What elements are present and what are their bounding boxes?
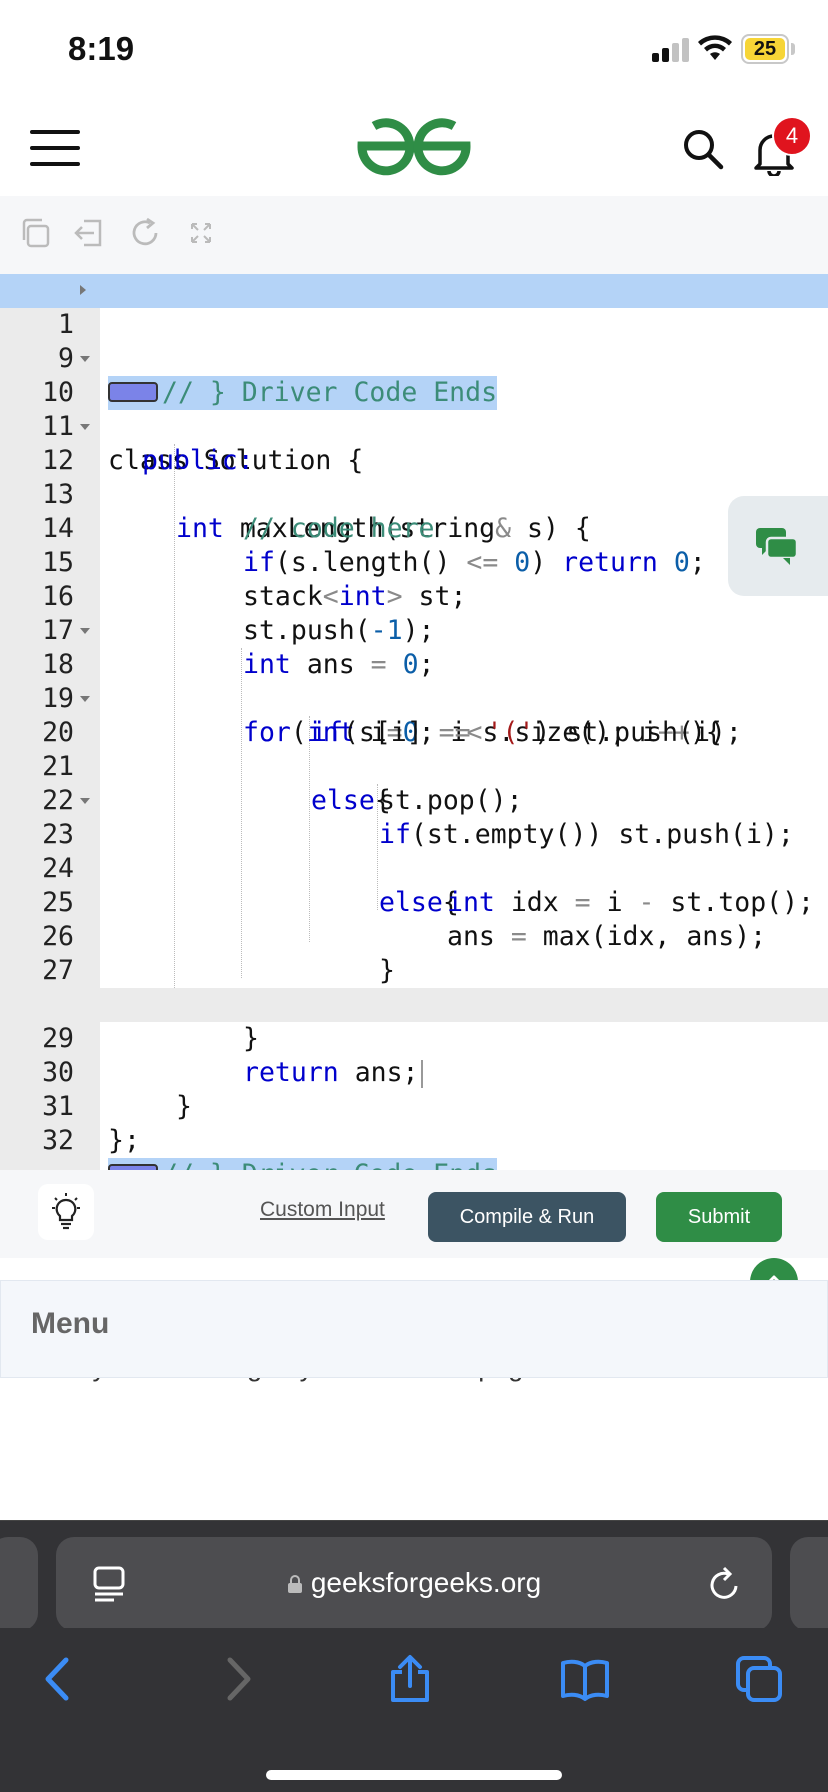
share-icon[interactable] [385,1654,435,1704]
code-line[interactable]: 17 int ans = 0; [0,580,828,680]
fold-arrow-icon[interactable] [80,798,90,804]
cellular-signal-icon [652,38,690,62]
code-line[interactable]: 13 // code here [0,444,828,544]
search-icon[interactable] [682,128,724,170]
code-line[interactable]: 30 } [0,1022,828,1122]
url-text[interactable]: geeksforgeeks.org [56,1567,772,1599]
code-line[interactable]: 19 if(s[i] == '(') st.push(i); [0,648,828,748]
bookmarks-icon[interactable] [560,1654,610,1704]
code-line[interactable]: 20 else{ [0,682,828,816]
fold-arrow-icon[interactable] [80,285,86,295]
lightbulb-icon [52,1193,80,1230]
chat-bubbles-icon [756,528,799,565]
code-line[interactable]: 10 class Solution { [0,342,828,476]
fold-arrow-icon[interactable] [80,356,90,362]
line-number: 32 [42,1125,74,1156]
code-editor[interactable]: 1 // } Driver Code Ends 9 10 class Solut… [0,274,828,1170]
code-line[interactable]: 22 if(st.empty()) st.push(i); [0,750,828,850]
code-line[interactable]: 15 stack<int> st; [0,512,828,612]
custom-input-link[interactable]: Custom Input [260,1198,385,1222]
code-line[interactable]: 18 for(int i=0; i<s.size(); i++){ [0,614,828,748]
battery-nub [791,43,795,55]
code-line[interactable]: 12 int maxLength(string& s) { [0,410,828,544]
browser-address-bar: geeksforgeeks.org [0,1520,828,1631]
compile-run-button[interactable]: Compile & Run [428,1192,626,1242]
status-bar: 8:19 25 [0,0,828,100]
code-line[interactable]: 21 st.pop(); [0,716,828,816]
url-field[interactable]: geeksforgeeks.org [56,1537,772,1631]
editor-toolbar [0,196,828,274]
action-bar: Custom Input Compile & Run Submit [0,1170,828,1258]
tabs-icon[interactable] [734,1654,784,1704]
code-line[interactable]: 23 else{ [0,784,828,918]
code-line[interactable]: 9 [0,308,828,374]
code-line[interactable]: 14 if(s.length() <= 0) return 0; [0,478,828,578]
back-icon[interactable] [34,1654,84,1704]
menu-panel[interactable]: Menu [0,1280,828,1378]
menu-label[interactable]: Menu [31,1307,109,1341]
code-line[interactable]: 11 public: [0,376,828,476]
code-line[interactable]: 32 // } Driver Code Ends [0,1090,828,1170]
battery-level: 25 [745,38,785,60]
fold-arrow-icon[interactable] [80,424,90,430]
notification-badge[interactable]: 4 [772,116,812,156]
submit-button[interactable]: Submit [656,1192,782,1242]
code-line[interactable]: 16 st.push(-1); [0,546,828,646]
chat-button[interactable] [728,496,828,596]
site-header [0,100,828,196]
import-icon[interactable] [72,216,106,250]
code-line[interactable]: 1 // } Driver Code Ends [0,274,828,410]
url-domain: geeksforgeeks.org [310,1567,542,1598]
browser-toolbar [0,1628,828,1792]
code-line[interactable]: 25 ans = max(idx, ans); [0,852,828,952]
wifi-icon [698,35,732,60]
code-line[interactable]: 31 }; [0,1056,828,1156]
home-indicator [266,1770,562,1780]
fold-arrow-icon[interactable] [80,628,90,634]
code-text: // } Driver Code Ends [162,1159,497,1170]
status-time: 8:19 [68,30,135,67]
code-line[interactable]: 28 } [0,954,828,1054]
code-line[interactable]: 27 } [0,920,828,1020]
code-line[interactable]: 26 } [0,886,828,986]
hint-button[interactable] [38,1184,94,1240]
fold-arrow-icon[interactable] [80,696,90,702]
code-text: }; [108,1125,140,1156]
forward-icon[interactable] [212,1654,262,1704]
copy-icon[interactable] [18,216,52,250]
reload-icon[interactable] [706,1565,742,1603]
hamburger-menu-icon[interactable] [30,130,80,166]
reset-icon[interactable] [128,216,162,250]
battery-icon: 25 [741,34,789,64]
lock-icon [287,1575,302,1593]
code-line-active[interactable]: 29 return ans; [0,988,828,1088]
previous-tab-preview[interactable] [0,1537,38,1631]
gfg-logo[interactable] [354,114,474,178]
next-tab-preview[interactable] [790,1537,828,1631]
fullscreen-icon[interactable] [184,216,218,250]
code-line[interactable]: 24 int idx = i - st.top(); [0,818,828,918]
